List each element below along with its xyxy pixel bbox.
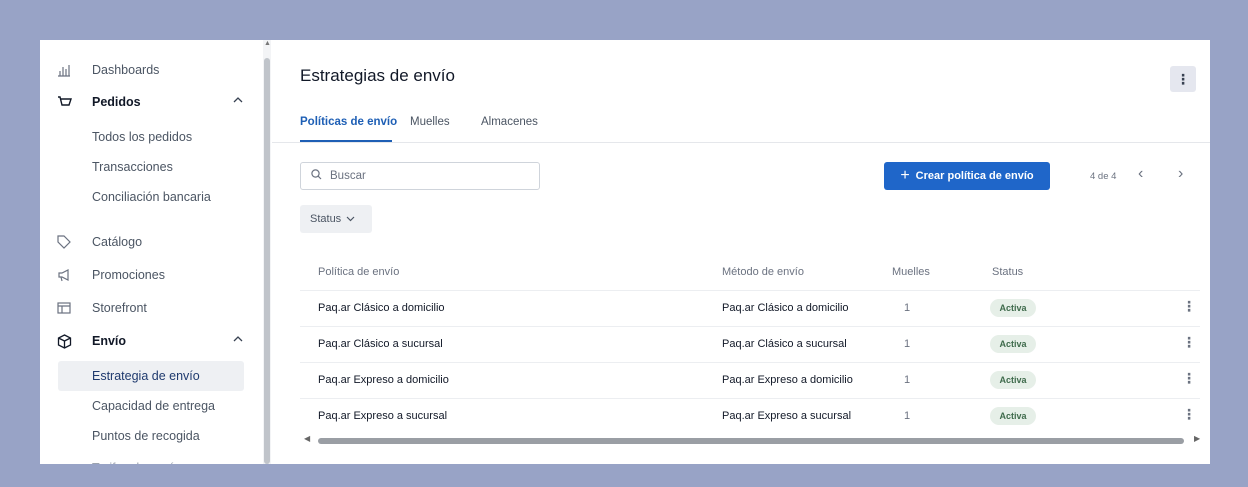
sidebar-item-label: Storefront (92, 301, 147, 315)
active-tab-indicator (300, 140, 392, 142)
cell-policy[interactable]: Paq.ar Expreso a sucursal (318, 410, 447, 422)
scroll-right-icon[interactable]: ▶ (1194, 434, 1200, 443)
sidebar: Dashboards Pedidos Todos los pedidos Tra… (40, 40, 262, 464)
sidebar-subitem-todos-pedidos[interactable]: Todos los pedidos (58, 122, 244, 152)
table-row[interactable]: Paq.ar Expreso a sucursal Paq.ar Expreso… (300, 398, 1200, 435)
kebab-icon[interactable]: ⋮ (1182, 370, 1196, 387)
cell-policy[interactable]: Paq.ar Clásico a domicilio (318, 302, 445, 314)
main-content: Estrategias de envío ⋮ Políticas de enví… (272, 40, 1210, 464)
cell-docks: 1 (904, 338, 911, 350)
status-filter-label: Status (310, 213, 342, 225)
sidebar-item-promociones[interactable]: Promociones (56, 261, 165, 289)
cell-policy[interactable]: Paq.ar Expreso a domicilio (318, 374, 449, 386)
create-policy-label: Crear política de envío (915, 170, 1034, 182)
sidebar-item-envio[interactable]: Envío (56, 327, 126, 355)
plus-icon: + (900, 167, 910, 184)
tab-muelles[interactable]: Muelles (410, 116, 450, 128)
scroll-up-icon[interactable]: ▲ (264, 40, 271, 48)
table-row[interactable]: Paq.ar Expreso a domicilio Paq.ar Expres… (300, 362, 1200, 399)
cell-method: Paq.ar Expreso a sucursal (722, 410, 852, 422)
search-icon (311, 169, 322, 183)
tag-icon (56, 234, 72, 250)
sidebar-item-label: Catálogo (92, 235, 143, 249)
megaphone-icon (56, 267, 72, 283)
cell-docks: 1 (904, 302, 911, 314)
table-scroll-thumb[interactable] (318, 438, 1184, 444)
sidebar-item-pedidos[interactable]: Pedidos (56, 88, 141, 116)
tab-bar: Políticas de envío Muelles Almacenes (272, 102, 1210, 143)
search-box[interactable] (300, 162, 540, 190)
status-badge: Activa (990, 407, 1036, 425)
tab-politicas-envio[interactable]: Políticas de envío (300, 116, 397, 128)
kebab-icon[interactable]: ⋮ (1182, 406, 1196, 423)
layout-icon (56, 300, 72, 316)
kebab-icon: ⋮ (1176, 70, 1190, 87)
sidebar-item-catalogo[interactable]: Catálogo (56, 228, 142, 256)
chevron-left-icon[interactable]: ‹ (1138, 165, 1143, 183)
sidebar-item-label: Promociones (92, 268, 165, 282)
chevron-up-icon[interactable] (233, 334, 243, 346)
table-row[interactable]: Paq.ar Clásico a domicilio Paq.ar Clásic… (300, 290, 1200, 327)
sidebar-subitem-puntos-recogida[interactable]: Puntos de recogida (58, 421, 244, 451)
status-badge: Activa (990, 299, 1036, 317)
sidebar-item-label: Pedidos (92, 95, 141, 109)
more-options-button[interactable]: ⋮ (1170, 66, 1196, 92)
cell-method: Paq.ar Clásico a sucursal (722, 338, 847, 350)
sidebar-item-label: Envío (92, 334, 127, 348)
status-badge: Activa (990, 335, 1036, 353)
column-header-docks: Muelles (892, 266, 930, 278)
create-policy-button[interactable]: + Crear política de envío (884, 162, 1050, 190)
cart-icon (56, 94, 72, 110)
sidebar-item-storefront[interactable]: Storefront (56, 294, 147, 322)
status-filter-button[interactable]: Status (300, 205, 372, 233)
page-title: Estrategias de envío (300, 66, 455, 85)
sidebar-item-dashboards[interactable]: Dashboards (56, 56, 159, 84)
cell-method: Paq.ar Expreso a domicilio (722, 374, 853, 386)
cell-policy[interactable]: Paq.ar Clásico a sucursal (318, 338, 443, 350)
pagination-text: 4 de 4 (1090, 171, 1117, 182)
sidebar-subitem-capacidad-entrega[interactable]: Capacidad de entrega (58, 391, 244, 421)
chevron-up-icon[interactable] (233, 95, 243, 107)
chevron-right-icon[interactable]: › (1178, 165, 1183, 183)
sidebar-subitem-transacciones[interactable]: Transacciones (58, 152, 244, 182)
sidebar-subitem-estrategia-envio[interactable]: Estrategia de envío (58, 361, 244, 391)
column-header-status: Status (992, 266, 1024, 278)
cell-method: Paq.ar Clásico a domicilio (722, 302, 849, 314)
sidebar-subitem-clipped[interactable]: Tarifas de envío (58, 451, 244, 464)
cell-docks: 1 (904, 374, 911, 386)
tab-almacenes[interactable]: Almacenes (481, 116, 538, 128)
table-row[interactable]: Paq.ar Clásico a sucursal Paq.ar Clásico… (300, 326, 1200, 363)
search-input[interactable] (328, 169, 532, 183)
box-icon (56, 333, 72, 349)
kebab-icon[interactable]: ⋮ (1182, 298, 1196, 315)
column-header-policy: Política de envío (318, 266, 400, 278)
kebab-icon[interactable]: ⋮ (1182, 334, 1196, 351)
cell-docks: 1 (904, 410, 911, 422)
status-badge: Activa (990, 371, 1036, 389)
sidebar-subitem-conciliacion[interactable]: Conciliación bancaria (58, 182, 244, 212)
chart-bars-icon (56, 62, 72, 78)
column-header-method: Método de envío (722, 266, 804, 278)
sidebar-item-label: Dashboards (92, 63, 160, 77)
sidebar-scroll-thumb[interactable] (264, 58, 270, 464)
app-window: Dashboards Pedidos Todos los pedidos Tra… (40, 40, 1210, 464)
chevron-down-icon (346, 214, 355, 225)
